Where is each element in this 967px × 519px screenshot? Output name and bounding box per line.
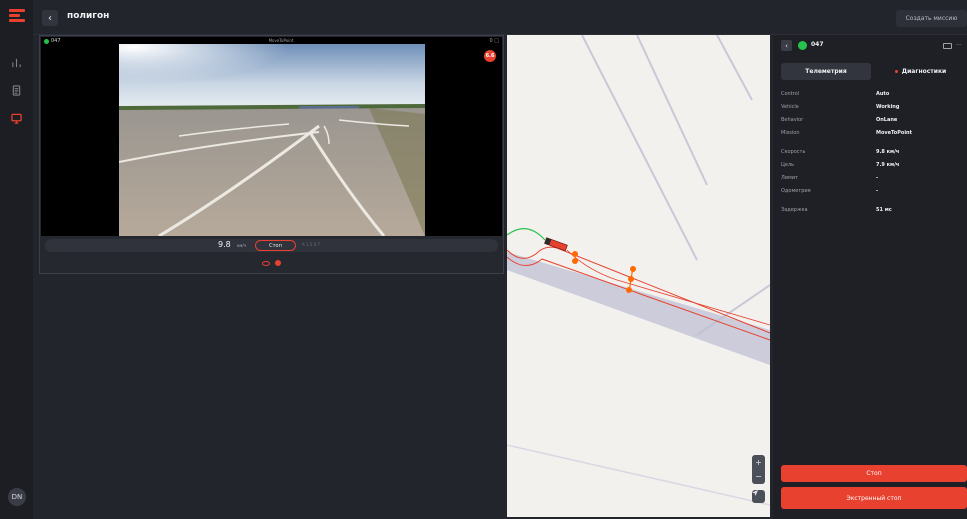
row-value: 51 мс [876, 207, 892, 213]
page-title: полигон [67, 11, 110, 21]
charts-nav-icon[interactable] [0, 52, 33, 72]
row-value: 9.8 км/ч [876, 149, 900, 155]
row-value: MoveToPoint [876, 130, 913, 136]
fullscreen-icon[interactable]: □ [494, 38, 499, 44]
panel-toolbar: ··· [943, 42, 962, 49]
vehicle-panel: ‹ 047 ··· Телеметрия Диагностики Control… [773, 35, 967, 519]
panel-back-button[interactable]: ‹ [781, 40, 792, 51]
camera-stop-button[interactable]: Стоп [255, 240, 296, 251]
tab-diagnostics[interactable]: Диагностики [876, 63, 965, 80]
row-key: Лимит [781, 175, 798, 181]
chevron-left-icon: ‹ [48, 12, 52, 24]
zoom-control: + − [752, 455, 765, 484]
camera-controls [262, 260, 281, 266]
tab-telemetry[interactable]: Телеметрия [781, 63, 871, 80]
row-value: - [876, 188, 879, 194]
row-value: Working [876, 104, 900, 110]
speed-unit: км/ч [237, 243, 247, 248]
row-value: Auto [876, 91, 890, 97]
tab-diagnostics-label: Диагностики [901, 68, 947, 75]
row-key: Mission [781, 130, 800, 136]
record-icon[interactable] [275, 260, 281, 266]
back-button[interactable]: ‹ [42, 10, 58, 26]
row-key: Vehicle [781, 104, 799, 110]
row-value: 7.9 км/ч [876, 162, 900, 168]
more-icon[interactable]: ··· [956, 42, 962, 49]
window-icon[interactable] [943, 42, 952, 49]
camera-vehicle-label: 047 [51, 38, 61, 44]
app-logo[interactable] [9, 9, 25, 23]
camera-corner-info: 0 □ [489, 38, 499, 44]
camera-badge[interactable]: 6.6 [484, 50, 496, 62]
alert-dot-icon [894, 70, 898, 73]
panel-vehicle-id: 047 [811, 41, 824, 48]
avatar[interactable]: DN [8, 488, 26, 506]
row-value: - [876, 175, 879, 181]
speed-extra-info: A 1.5 0.7 [302, 242, 321, 247]
camera-vehicle-id: 047 [44, 38, 61, 44]
online-status-icon [44, 38, 49, 44]
top-bar: ‹ полигон Создать миссию [33, 0, 967, 35]
navigation-arrow-icon [752, 490, 758, 496]
speed-bar: 9.8 км/ч Стоп A 1.5 0.7 [45, 239, 498, 252]
zoom-out-button[interactable]: − [752, 470, 765, 483]
row-key: Цель [781, 162, 795, 168]
speed-value: 9.8 [218, 240, 231, 249]
document-nav-icon[interactable] [0, 80, 33, 100]
map-view[interactable]: + − [507, 35, 770, 517]
monitor-nav-icon[interactable] [0, 108, 33, 128]
camera-view: 047 MoveToPoint 0 □ 6.6 [41, 37, 502, 236]
chevron-left-icon: ‹ [785, 41, 788, 50]
row-value: OnLane [876, 117, 898, 123]
camera-corner-text: 0 [489, 38, 493, 44]
camera-feed-image [119, 44, 425, 236]
row-key: Одометрия [781, 188, 811, 194]
zoom-in-button[interactable]: + [752, 456, 765, 469]
locate-button[interactable] [752, 490, 765, 503]
left-rail: DN [0, 0, 33, 519]
emergency-stop-button[interactable]: Экстренный стоп [781, 487, 967, 509]
row-key: Скорость [781, 149, 806, 155]
eye-icon[interactable] [262, 260, 270, 266]
stop-button[interactable]: Стоп [781, 465, 967, 482]
camera-panel: 047 MoveToPoint 0 □ 6.6 9.8 км/ч Стоп A … [39, 35, 504, 274]
row-key: Control [781, 91, 800, 97]
panel-tabs: Телеметрия Диагностики [781, 63, 965, 80]
camera-mission-label: MoveToPoint [268, 38, 294, 43]
online-status-icon [798, 41, 807, 50]
row-key: Behavior [781, 117, 804, 123]
create-mission-button[interactable]: Создать миссию [896, 10, 967, 27]
row-key: Задержка [781, 207, 808, 213]
